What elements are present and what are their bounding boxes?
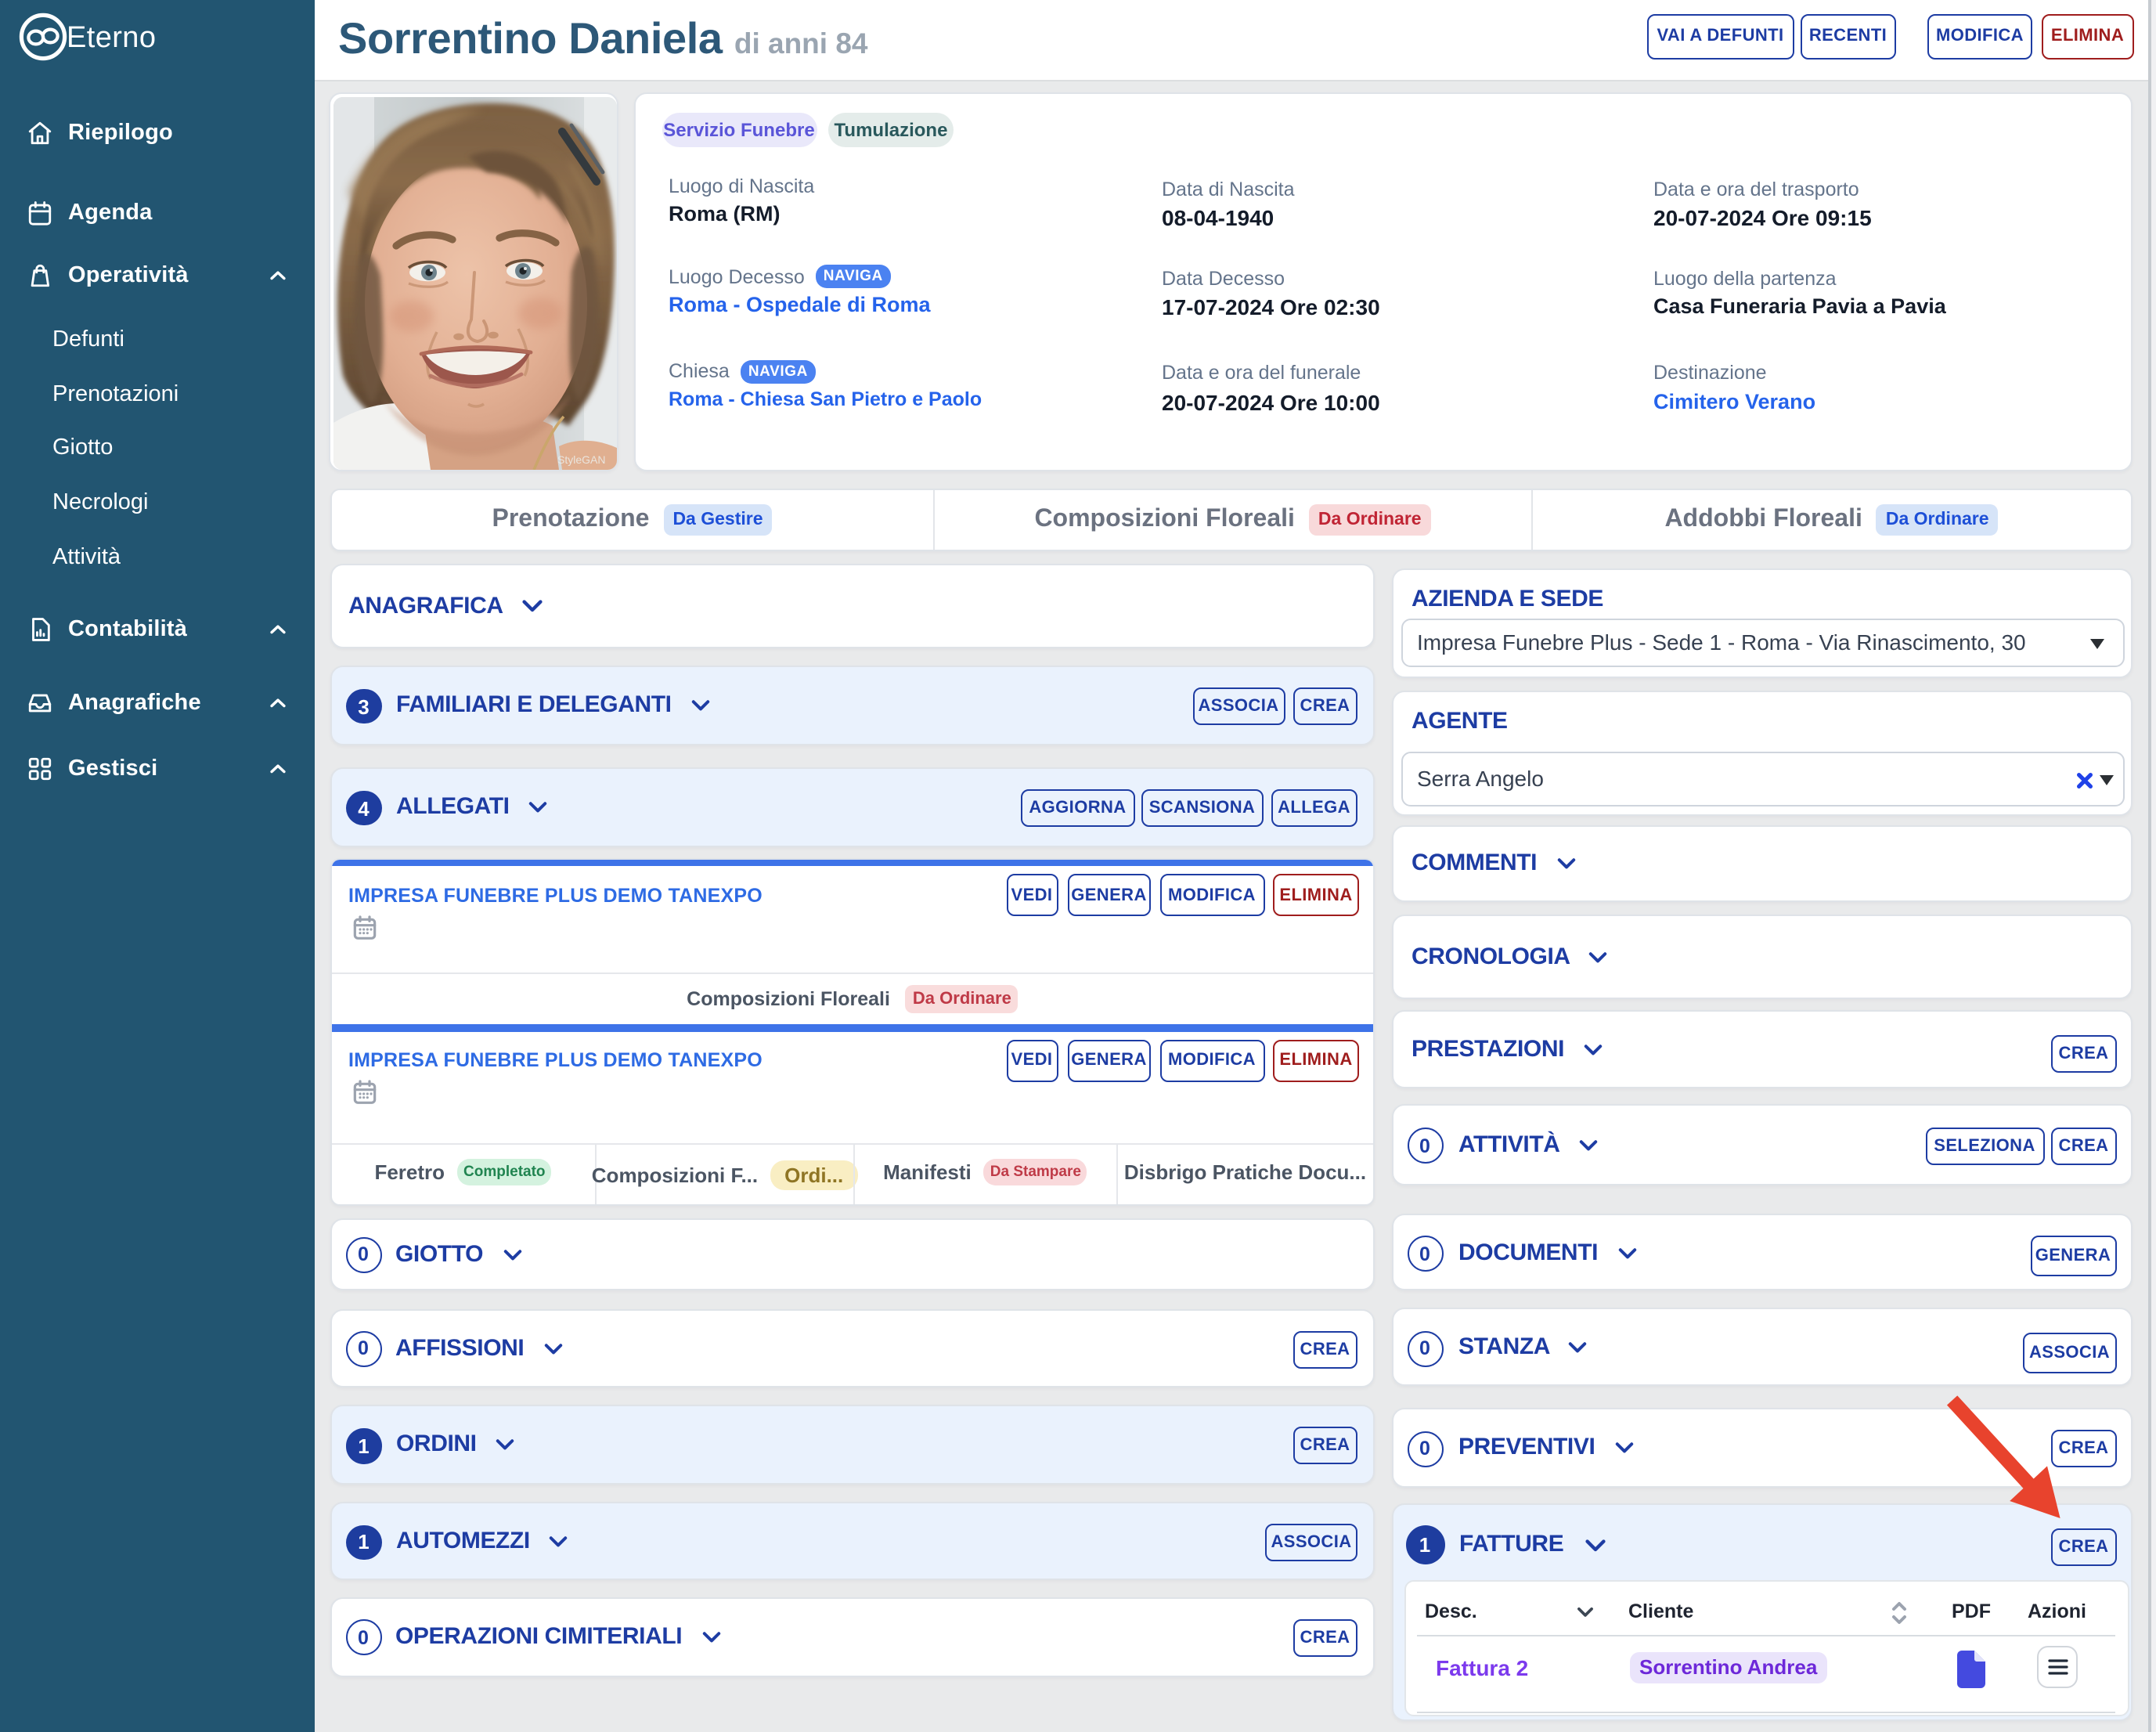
svg-text:StyleGAN: StyleGAN <box>557 453 604 465</box>
